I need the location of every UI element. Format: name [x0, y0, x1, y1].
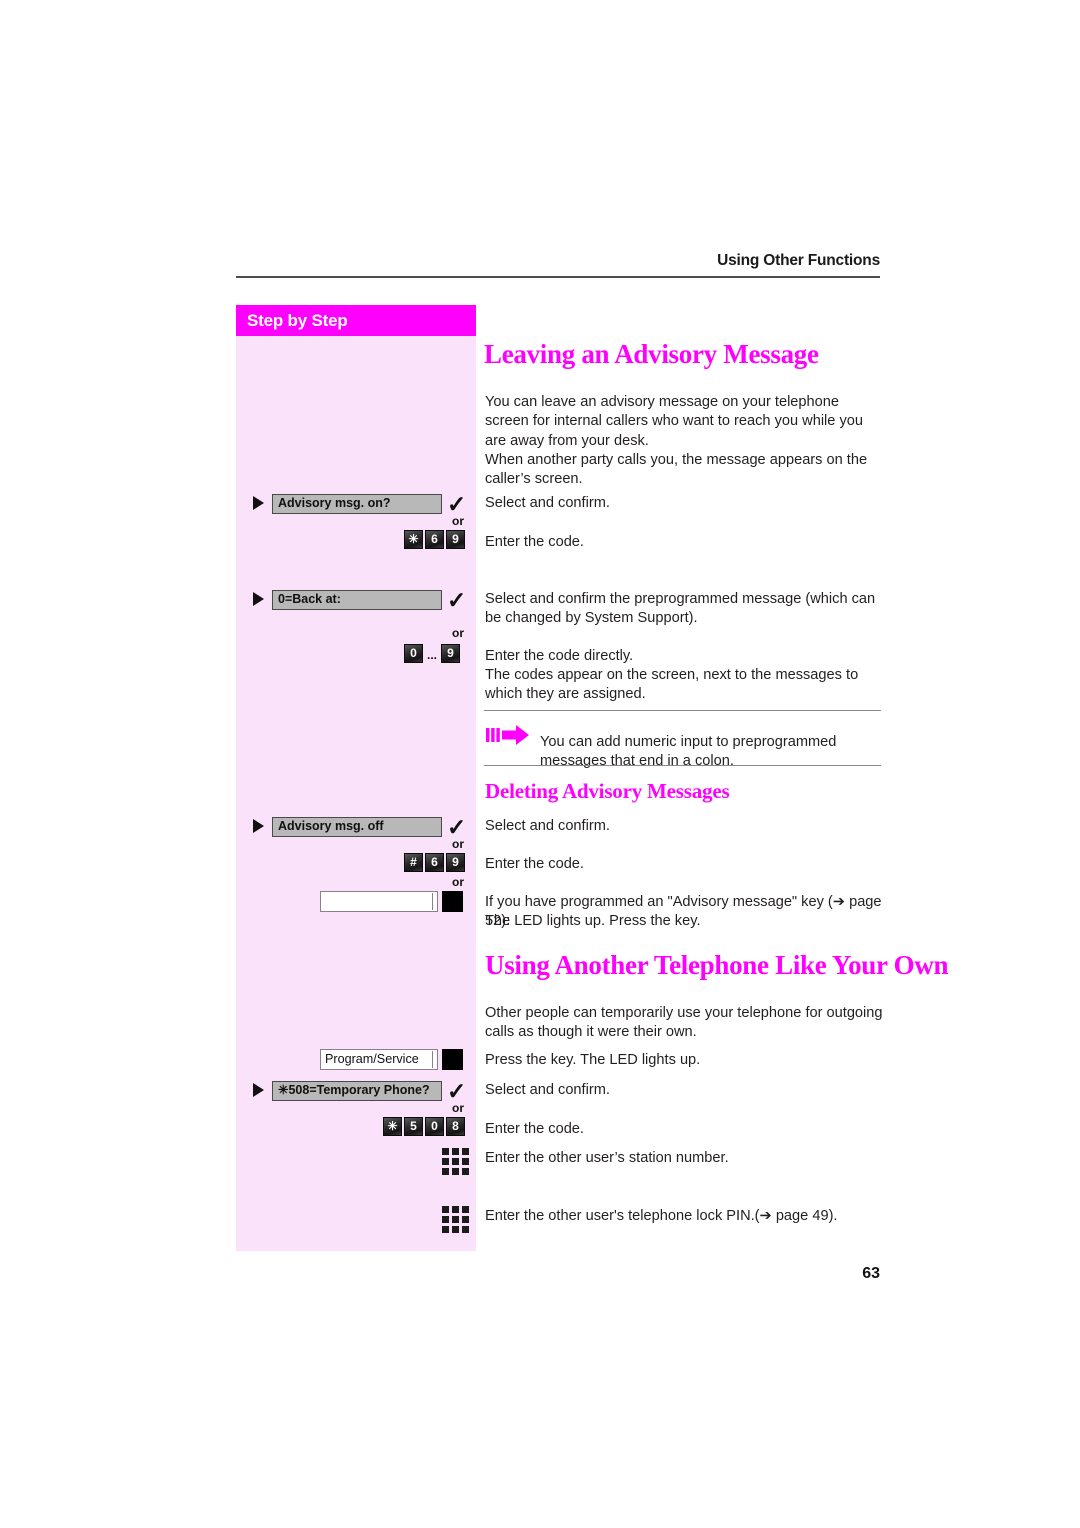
- description-enter-code-advisory-off: Enter the code.: [485, 856, 584, 872]
- display-option-advisory-msg-off[interactable]: Advisory msg. off: [272, 817, 442, 837]
- page-number: 63: [862, 1265, 880, 1282]
- display-option-temporary-phone[interactable]: ✳508=Temporary Phone?: [272, 1081, 442, 1101]
- or-label-advisory-on: or: [452, 514, 464, 528]
- confirm-checkmark-back-at[interactable]: ✓: [447, 589, 466, 612]
- function-key-advisory-message[interactable]: [320, 891, 463, 912]
- dial-key-star[interactable]: ✳: [404, 530, 423, 549]
- description-press-key-led: Press the key. The LED lights up.: [485, 1052, 701, 1068]
- keyrow-advisory-off-code[interactable]: # 6 9: [404, 853, 465, 872]
- step-by-step-panel: Step by Step Advisory msg. on? ✓ or ✳ 6 …: [236, 305, 476, 1251]
- confirm-checkmark-temporary-phone[interactable]: ✓: [447, 1080, 466, 1103]
- keypad-cell: [442, 1148, 449, 1155]
- keypad-cell: [452, 1216, 459, 1223]
- keypad-cell: [442, 1158, 449, 1165]
- function-key-label-program-service[interactable]: Program/Service: [320, 1049, 438, 1070]
- function-key-program-service[interactable]: Program/Service: [320, 1049, 463, 1070]
- function-key-led: [442, 891, 463, 912]
- bullet-triangle-back-at: [253, 592, 264, 606]
- description-enter-code-directly: Enter the code directly.: [485, 648, 634, 664]
- keypad-cell: [462, 1216, 469, 1223]
- dial-key-6[interactable]: 6: [425, 530, 444, 549]
- keypad-cell: [462, 1148, 469, 1155]
- description-programmed-advisory-key-2: The LED lights up. Press the key.: [485, 913, 701, 929]
- description-enter-code-temporary-phone: Enter the code.: [485, 1121, 584, 1137]
- dial-key-range-ellipsis: ...: [426, 648, 437, 662]
- display-option-back-at[interactable]: 0=Back at:: [272, 590, 442, 610]
- description-select-confirm-back-at: Select and confirm the preprogrammed mes…: [485, 591, 876, 627]
- note-arrow-icon: [486, 725, 529, 745]
- running-head: Using Other Functions: [717, 252, 880, 269]
- dial-key-5[interactable]: 5: [404, 1117, 423, 1136]
- description-select-confirm-temporary-phone: Select and confirm.: [485, 1082, 610, 1098]
- or-label-temporary-phone: or: [452, 1101, 464, 1115]
- keypad-cell: [452, 1168, 459, 1175]
- description-select-confirm-advisory-off: Select and confirm.: [485, 818, 610, 834]
- keyrow-advisory-on-code[interactable]: ✳ 6 9: [404, 530, 465, 549]
- dial-key-9[interactable]: 9: [441, 644, 460, 663]
- keypad-cell: [442, 1168, 449, 1175]
- description-codes-appear-on-screen: The codes appear on the screen, next to …: [485, 667, 859, 703]
- program-service-led: [442, 1049, 463, 1070]
- display-option-advisory-msg-on[interactable]: Advisory msg. on?: [272, 494, 442, 514]
- dial-key-8[interactable]: 8: [446, 1117, 465, 1136]
- keypad-cell: [452, 1206, 459, 1213]
- paragraph-advisory-intro-1: You can leave an advisory message on you…: [485, 394, 864, 449]
- description-enter-code-advisory-on: Enter the code.: [485, 534, 584, 550]
- keyrow-back-at-code[interactable]: 0 ... 9: [404, 644, 460, 663]
- dial-key-hash[interactable]: #: [404, 853, 423, 872]
- keypad-cell: [462, 1158, 469, 1165]
- step-by-step-header: Step by Step: [236, 305, 476, 336]
- bullet-triangle-advisory-off: [253, 819, 264, 833]
- dial-key-0[interactable]: 0: [425, 1117, 444, 1136]
- header-divider: [236, 276, 880, 278]
- bullet-triangle-advisory-on: [253, 496, 264, 510]
- keypad-cell: [462, 1168, 469, 1175]
- keypad-cell: [442, 1226, 449, 1233]
- or-label-back-at: or: [452, 626, 464, 640]
- note-rule-top: [484, 710, 881, 711]
- description-enter-station-number: Enter the other user’s station number.: [485, 1150, 729, 1166]
- section-title-leaving-advisory-message: Leaving an Advisory Message: [484, 339, 819, 369]
- keypad-cell: [462, 1226, 469, 1233]
- dial-key-0[interactable]: 0: [404, 644, 423, 663]
- keypad-icon-station-number[interactable]: [442, 1148, 469, 1175]
- or-label-advisory-off-1: or: [452, 837, 464, 851]
- dial-key-9[interactable]: 9: [446, 853, 465, 872]
- keypad-icon-lock-pin[interactable]: [442, 1206, 469, 1233]
- paragraph-advisory-intro-2: When another party calls you, the messag…: [485, 452, 868, 488]
- keypad-cell: [452, 1158, 459, 1165]
- dial-key-6[interactable]: 6: [425, 853, 444, 872]
- confirm-checkmark-advisory-on[interactable]: ✓: [447, 493, 466, 516]
- or-label-advisory-off-2: or: [452, 875, 464, 889]
- function-key-label-blank[interactable]: [320, 891, 438, 912]
- paragraph-another-telephone-intro: Other people can temporarily use your te…: [485, 1005, 883, 1041]
- keyrow-temporary-phone-code[interactable]: ✳ 5 0 8: [383, 1117, 465, 1136]
- keypad-cell: [452, 1226, 459, 1233]
- bullet-triangle-temporary-phone: [253, 1083, 264, 1097]
- confirm-checkmark-advisory-off[interactable]: ✓: [447, 816, 466, 839]
- description-select-confirm-advisory-on: Select and confirm.: [485, 495, 610, 511]
- keypad-cell: [442, 1216, 449, 1223]
- subsection-title-deleting-advisory-messages: Deleting Advisory Messages: [485, 779, 730, 803]
- keypad-cell: [442, 1206, 449, 1213]
- section-title-using-another-telephone: Using Another Telephone Like Your Own: [485, 950, 949, 980]
- dial-key-star[interactable]: ✳: [383, 1117, 402, 1136]
- dial-key-9[interactable]: 9: [446, 530, 465, 549]
- description-enter-lock-pin: Enter the other user's telephone lock PI…: [485, 1208, 838, 1224]
- keypad-cell: [462, 1206, 469, 1213]
- keypad-cell: [452, 1148, 459, 1155]
- note-rule-bottom: [484, 765, 881, 766]
